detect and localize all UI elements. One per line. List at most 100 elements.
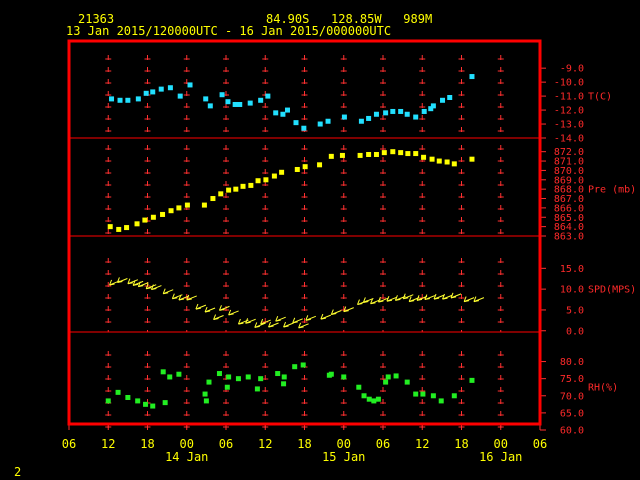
humidity-point xyxy=(420,391,426,397)
temperature-point xyxy=(366,115,372,121)
pressure-point xyxy=(398,150,404,156)
x-tick-label: 12 xyxy=(415,437,429,451)
humidity-point xyxy=(167,374,173,380)
pressure-point xyxy=(107,224,113,230)
temperature-point xyxy=(358,118,364,124)
humidity-point xyxy=(176,371,182,377)
panel-label-pressure: Pre (mb) xyxy=(588,185,636,196)
humidity-point xyxy=(203,398,209,404)
temperature-point xyxy=(280,111,286,117)
pressure-point xyxy=(255,178,261,184)
temperature-point xyxy=(325,118,331,124)
wind-arrow xyxy=(330,309,342,316)
humidity-point xyxy=(150,403,156,409)
x-tick-label: 12 xyxy=(258,437,272,451)
pressure-point xyxy=(413,151,419,157)
humidity-point xyxy=(430,393,436,399)
wind-arrow xyxy=(292,317,303,324)
temperature-point xyxy=(390,108,396,114)
temperature-point xyxy=(440,97,446,103)
temperature-point xyxy=(219,92,225,98)
humidity-point xyxy=(469,377,475,383)
x-day-label: 15 Jan xyxy=(322,450,365,464)
pressure-point xyxy=(240,183,246,189)
temperature-point xyxy=(421,108,427,114)
temperature-point xyxy=(117,97,123,103)
wind-arrow xyxy=(204,306,216,313)
temperature-point xyxy=(203,96,209,102)
humidity-point xyxy=(105,398,111,404)
x-axis-labels: 06 12 18 00 06 12 18 00 06 12 18 00 06 14 Jan 15 Jan 16… xyxy=(62,437,547,464)
wind-arrow xyxy=(386,296,398,302)
temperature-point xyxy=(383,110,389,116)
pressure-point xyxy=(168,208,174,214)
humidity-point xyxy=(162,400,168,406)
humidity-point xyxy=(160,369,166,375)
humidity-point xyxy=(224,384,230,390)
pressure-point xyxy=(469,156,475,162)
temperature-point xyxy=(317,121,323,127)
pressure-point xyxy=(134,221,140,227)
panel-label-temperature: T(C) xyxy=(588,92,612,103)
x-tick-label: 12 xyxy=(101,437,115,451)
wind-arrow xyxy=(275,315,286,322)
pressure-point xyxy=(294,166,300,172)
temperature-point xyxy=(413,114,419,120)
y-tick-label: -11.0 xyxy=(554,92,584,103)
x-tick-label: 06 xyxy=(219,437,233,451)
temperature-point xyxy=(430,103,436,109)
y-tick-label: 5.0 xyxy=(566,305,584,316)
x-tick-label: 06 xyxy=(62,437,76,451)
temperature-point xyxy=(167,85,173,91)
humidity-point xyxy=(328,371,334,377)
wind-arrow xyxy=(127,278,139,285)
humidity-point xyxy=(235,376,241,382)
humidity-point xyxy=(371,398,377,404)
wind-arrow xyxy=(162,288,174,295)
y-tick-label: -13.0 xyxy=(554,120,584,131)
pressure-point xyxy=(226,187,232,193)
y-axis-labels: -9.0-10.0-11.0-12.0-13.0-14.0T(C)872.087… xyxy=(554,64,636,437)
y-tick-label: 10.0 xyxy=(560,285,584,296)
temperature-point xyxy=(150,89,156,95)
meteogram-chart: -9.0-10.0-11.0-12.0-13.0-14.0T(C)872.087… xyxy=(62,39,636,464)
humidity-point xyxy=(438,398,444,404)
pressure-point xyxy=(436,158,442,164)
temperature-point xyxy=(341,114,347,120)
wind-arrow xyxy=(343,306,354,313)
x-day-label: 14 Jan xyxy=(165,450,208,464)
pressure-point xyxy=(421,154,427,160)
humidity-point xyxy=(413,391,419,397)
temperature-point xyxy=(135,96,141,102)
humidity-point xyxy=(356,384,362,390)
marks-layer xyxy=(105,74,485,409)
pressure-point xyxy=(328,153,334,159)
pressure-point xyxy=(373,151,379,157)
y-tick-label: -9.0 xyxy=(560,64,584,75)
pressure-point xyxy=(357,152,363,158)
temperature-point xyxy=(284,107,290,113)
humidity-point xyxy=(292,364,298,370)
y-tick-label: 15.0 xyxy=(560,264,584,275)
pressure-point xyxy=(201,202,207,208)
x-tick-label: 06 xyxy=(376,437,390,451)
x-tick-label: 18 xyxy=(140,437,154,451)
y-tick-label: 60.0 xyxy=(560,426,584,437)
temperature-point xyxy=(404,111,410,117)
y-tick-label: -12.0 xyxy=(554,106,584,117)
wind-arrow xyxy=(116,277,128,283)
temperature-point xyxy=(247,100,253,106)
humidity-point xyxy=(404,379,410,385)
wind-arrow xyxy=(320,313,332,320)
y-tick-label: -10.0 xyxy=(554,78,584,89)
temperature-point xyxy=(158,86,164,92)
humidity-point xyxy=(451,393,457,399)
temperature-point xyxy=(237,101,243,107)
x-tick-label: 00 xyxy=(337,437,351,451)
wind-arrow xyxy=(245,318,256,324)
temperature-point xyxy=(447,95,453,100)
pressure-point xyxy=(429,156,435,162)
temperature-point xyxy=(143,90,149,96)
wind-arrow xyxy=(424,294,436,301)
wind-arrow xyxy=(402,293,414,300)
